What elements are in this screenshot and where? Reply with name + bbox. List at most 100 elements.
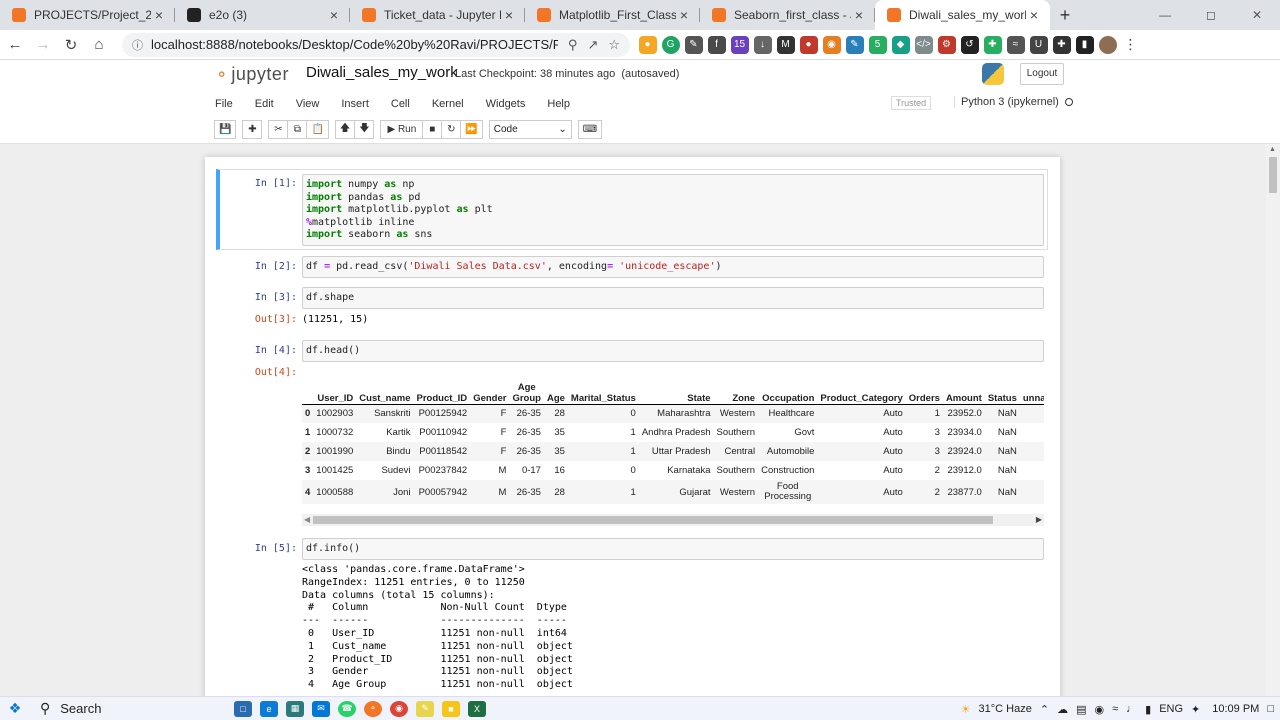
menu-help[interactable]: Help xyxy=(547,95,570,113)
insert-cell-icon[interactable]: ✚ xyxy=(242,120,263,139)
bookmark-star-icon[interactable]: ☆ xyxy=(608,37,620,53)
file-explorer-icon[interactable]: ■ xyxy=(442,700,460,717)
cell-type-select[interactable]: Code ⌄ xyxy=(488,120,572,139)
extension-camera-icon[interactable]: ◉ xyxy=(822,35,841,54)
extension-bulb-icon[interactable]: 5 xyxy=(868,35,887,54)
menu-widgets[interactable]: Widgets xyxy=(486,95,526,113)
sidepanel-icon[interactable]: ▮ xyxy=(1075,35,1094,54)
store-icon[interactable]: ▦ xyxy=(286,700,304,717)
extension-pen-icon[interactable]: ✎ xyxy=(684,35,703,54)
paste-icon[interactable]: 📋 xyxy=(306,120,329,139)
trusted-indicator[interactable]: Trusted xyxy=(891,96,932,110)
tab-close-icon[interactable]: × xyxy=(1026,7,1042,23)
browser-tab[interactable]: Diwali_sales_my_work - Jupyter× xyxy=(875,0,1050,30)
new-tab-button[interactable]: + xyxy=(1050,0,1080,30)
extension-diamond-icon[interactable]: ◆ xyxy=(891,35,910,54)
menu-edit[interactable]: Edit xyxy=(255,95,274,113)
copy-icon[interactable]: ⧉ xyxy=(287,120,308,139)
pen-app-icon[interactable]: ✎ xyxy=(416,700,434,717)
command-palette-icon[interactable]: ⌨ xyxy=(577,120,603,139)
page-vertical-scrollbar[interactable]: ▲ xyxy=(1266,144,1280,696)
browser-tab[interactable]: Ticket_data - Jupyter Notebook× xyxy=(350,0,525,30)
profile-avatar[interactable] xyxy=(1098,35,1117,54)
extension-record-icon[interactable]: ● xyxy=(799,35,818,54)
extensions-puzzle-icon[interactable]: ✚ xyxy=(1052,35,1071,54)
extension-badge-icon[interactable]: 15 xyxy=(730,35,749,54)
extension-u-icon[interactable]: U xyxy=(1029,35,1048,54)
move-down-icon[interactable]: 🡇 xyxy=(354,120,375,139)
chrome-icon[interactable]: ◉ xyxy=(390,700,408,717)
menu-cell[interactable]: Cell xyxy=(391,95,410,113)
tab-close-icon[interactable]: × xyxy=(676,7,692,23)
network-icon[interactable]: ▤ xyxy=(1076,703,1086,716)
menu-insert[interactable]: Insert xyxy=(341,95,369,113)
restart-icon[interactable]: ↻ xyxy=(441,120,462,139)
minimize-icon[interactable]: — xyxy=(1142,0,1188,30)
extension-shield-icon[interactable]: ● xyxy=(638,35,657,54)
browser-tab[interactable]: Matplotlib_First_Class_27_05× xyxy=(525,0,700,30)
menu-view[interactable]: View xyxy=(296,95,320,113)
browser-tab[interactable]: Seaborn_first_class - Jupyter× xyxy=(700,0,875,30)
browser-tab[interactable]: e2o (3) × xyxy=(175,0,350,30)
extension-puzzle-green-icon[interactable]: ✚ xyxy=(983,35,1002,54)
tab-close-icon[interactable]: × xyxy=(326,7,342,23)
extension-fx-icon[interactable]: f xyxy=(707,35,726,54)
home-icon[interactable]: ⌂ xyxy=(86,36,112,53)
url-field[interactable]: ⓘ localhost:8888/notebooks/Desktop/Code%… xyxy=(122,32,630,57)
mic-icon[interactable]: ◉ xyxy=(1094,703,1104,716)
cut-icon[interactable]: ✂ xyxy=(268,120,289,139)
excel-icon[interactable]: X xyxy=(468,700,486,717)
run-button[interactable]: ▶ Run xyxy=(380,120,424,139)
taskbar-search[interactable]: ⚲ Search xyxy=(30,700,230,717)
info-icon[interactable]: ⓘ xyxy=(132,37,143,53)
code-cell-input[interactable]: df.info() xyxy=(302,538,1044,560)
kernel-indicator[interactable]: Python 3 (ipykernel) xyxy=(954,96,1073,108)
close-window-icon[interactable]: ✕ xyxy=(1234,0,1280,30)
horizontal-scrollbar[interactable]: ◀ ▶ xyxy=(302,514,1044,526)
code-cell-input[interactable]: import numpy as np import pandas as pd i… xyxy=(302,174,1044,246)
battery-icon[interactable]: ▮ xyxy=(1145,703,1151,716)
tab-close-icon[interactable]: × xyxy=(151,7,167,23)
extension-g-icon[interactable]: G xyxy=(661,35,680,54)
extension-code-icon[interactable]: </> xyxy=(914,35,933,54)
volume-icon[interactable]: ♩ xyxy=(1126,703,1137,715)
weather-icon[interactable]: ☀ xyxy=(961,703,971,716)
save-icon[interactable]: 💾 xyxy=(214,120,237,139)
tab-close-icon[interactable]: × xyxy=(501,7,517,23)
code-cell-input[interactable]: df.head() xyxy=(302,340,1044,362)
extension-loop-icon[interactable]: ↺ xyxy=(960,35,979,54)
mail-icon[interactable]: ✉ xyxy=(312,700,330,717)
code-cell-input[interactable]: df = pd.read_csv('Diwali Sales Data.csv'… xyxy=(302,256,1044,278)
extension-wave-icon[interactable]: ≈ xyxy=(1006,35,1025,54)
windows-start-icon[interactable]: ❖ xyxy=(0,700,30,717)
clock[interactable]: 10:09 PM xyxy=(1212,703,1259,715)
page-scrollbar-thumb[interactable] xyxy=(1269,157,1277,193)
share-icon[interactable]: ↗ xyxy=(587,37,598,53)
extension-m-icon[interactable]: M xyxy=(776,35,795,54)
whatsapp-icon[interactable]: ☎ xyxy=(338,700,356,717)
browser-tab[interactable]: PROJECTS/Project_2_Ticket/× xyxy=(0,0,175,30)
reload-icon[interactable]: ↻ xyxy=(58,36,84,54)
code-cell-input[interactable]: df.shape xyxy=(302,287,1044,309)
language-indicator[interactable]: ENG xyxy=(1159,703,1183,715)
onedrive-icon[interactable]: ☁ xyxy=(1057,703,1068,716)
task-view-icon[interactable]: □ xyxy=(234,700,252,717)
interrupt-icon[interactable]: ■ xyxy=(422,120,443,139)
scrollbar-thumb[interactable] xyxy=(313,516,993,524)
weather-text[interactable]: 31°C Haze xyxy=(979,703,1032,715)
back-arrow-icon[interactable]: ← xyxy=(2,36,28,53)
zoom-icon[interactable]: ⚲ xyxy=(568,37,578,53)
menu-file[interactable]: File xyxy=(215,95,233,113)
scroll-up-icon[interactable]: ▲ xyxy=(1269,146,1276,153)
scroll-left-icon[interactable]: ◀ xyxy=(304,515,310,524)
extension-picker-icon[interactable]: ✎ xyxy=(845,35,864,54)
logout-button[interactable]: Logout xyxy=(1020,63,1064,85)
menu-kernel[interactable]: Kernel xyxy=(432,95,464,113)
location-icon[interactable]: ✦ xyxy=(1191,703,1200,716)
maximize-icon[interactable]: ◻ xyxy=(1188,0,1234,30)
notification-icon[interactable]: □ xyxy=(1267,703,1274,715)
notebook-name[interactable]: Diwali_sales_my_work xyxy=(306,64,458,81)
wifi-icon[interactable]: ≈ xyxy=(1112,703,1118,715)
forward-arrow-icon[interactable]: → xyxy=(30,36,56,53)
extension-gear-icon[interactable]: ⚙ xyxy=(937,35,956,54)
